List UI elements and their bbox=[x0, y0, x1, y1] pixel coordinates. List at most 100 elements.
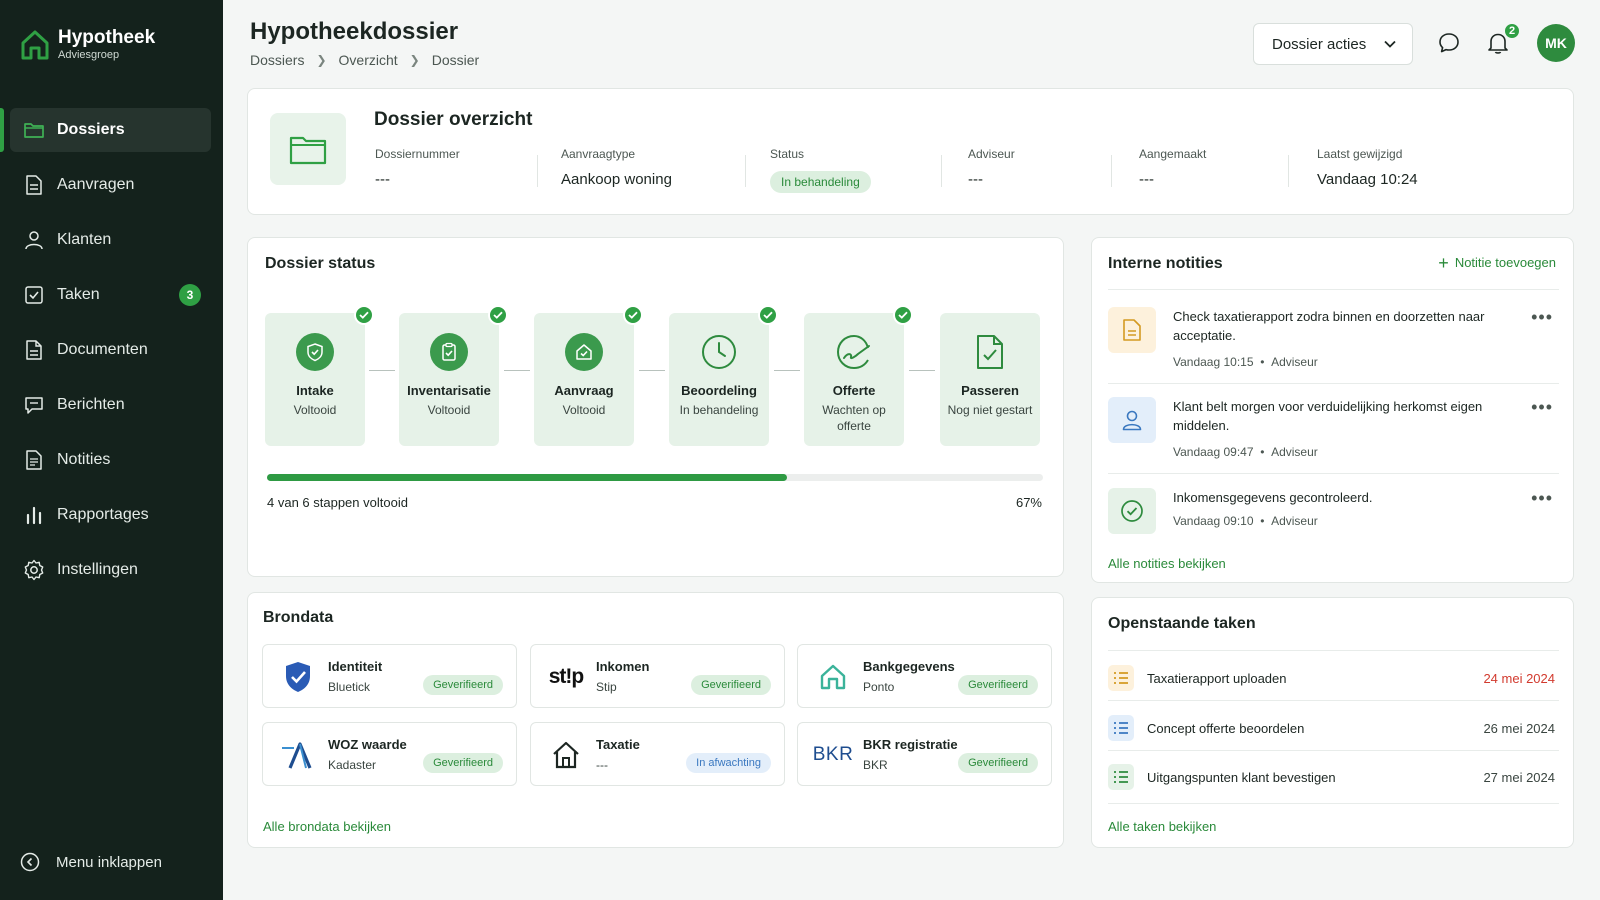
message-icon bbox=[23, 394, 45, 416]
note-item[interactable]: Check taxatierapport zodra binnen en doo… bbox=[1108, 307, 1553, 375]
sidebar-item-aanvragen[interactable]: Aanvragen bbox=[10, 163, 211, 207]
source-bkr-registratie[interactable]: BKR BKR registratie BKR Geverifieerd bbox=[797, 722, 1052, 786]
brand-logo[interactable]: Hypotheek Adviesgroep bbox=[20, 28, 155, 62]
dossier-actions-label: Dossier acties bbox=[1272, 35, 1367, 53]
stip-logo: st!p bbox=[547, 659, 585, 695]
dossier-overview-card: Dossier overzicht Dossiernummer --- Aanv… bbox=[247, 88, 1574, 215]
note-meta: Vandaag 09:10 • Adviseur bbox=[1173, 514, 1318, 528]
chat-bubble-icon bbox=[1439, 33, 1459, 53]
user-icon bbox=[23, 229, 45, 251]
source-identiteit[interactable]: Identiteit Bluetick Geverifieerd bbox=[262, 644, 517, 708]
step-connector bbox=[639, 370, 665, 371]
source-name: Taxatie bbox=[596, 737, 640, 752]
step-inventarisatie[interactable]: Inventarisatie Voltooid bbox=[399, 305, 508, 446]
list-icon bbox=[1108, 764, 1134, 790]
source-name: Bankgegevens bbox=[863, 659, 955, 674]
divider bbox=[537, 155, 538, 187]
tasks-count-badge: 3 bbox=[179, 284, 201, 306]
source-taxatie[interactable]: Taxatie --- In afwachting bbox=[530, 722, 785, 786]
collapse-menu-button[interactable]: Menu inklappen bbox=[20, 852, 162, 872]
open-tasks-title: Openstaande taken bbox=[1108, 615, 1256, 632]
step-aanvraag[interactable]: Aanvraag Voltooid bbox=[534, 305, 643, 446]
divider bbox=[1288, 155, 1289, 187]
progress-percent: 67% bbox=[1015, 495, 1042, 510]
collapse-menu-label: Menu inklappen bbox=[56, 853, 162, 871]
sidebar-item-notities[interactable]: Notities bbox=[10, 438, 211, 482]
step-connector bbox=[369, 370, 395, 371]
task-item[interactable]: Uitgangspunten klant bevestigen 27 mei 2… bbox=[1108, 764, 1555, 792]
task-item[interactable]: Taxatierapport uploaden 24 mei 2024 bbox=[1108, 665, 1555, 693]
document-check-icon bbox=[971, 333, 1009, 371]
sidebar-item-dossiers[interactable]: Dossiers bbox=[0, 108, 211, 152]
breadcrumb-item-dossiers[interactable]: Dossiers bbox=[250, 52, 304, 68]
step-status: Wachten op offerte bbox=[822, 403, 886, 433]
step-intake[interactable]: Intake Voltooid bbox=[265, 305, 374, 446]
field-aangemaakt: Aangemaakt --- bbox=[1139, 147, 1206, 188]
sidebar-nav: Dossiers Aanvragen Klanten Taken 3 Docum… bbox=[0, 108, 223, 603]
brand-subtitle: Adviesgroep bbox=[58, 49, 120, 61]
sidebar-item-taken[interactable]: Taken 3 bbox=[10, 273, 211, 317]
note-author: Adviseur bbox=[1271, 514, 1318, 528]
progress-fill bbox=[267, 474, 787, 481]
add-note-label: Notitie toevoegen bbox=[1454, 255, 1556, 270]
note-meta: Vandaag 10:15 • Adviseur bbox=[1173, 355, 1318, 369]
sidebar-item-label: Taken bbox=[57, 286, 100, 303]
step-passeren[interactable]: Passeren Nog niet gestart bbox=[940, 313, 1040, 446]
breadcrumb: Dossiers ❯ Overzicht ❯ Dossier bbox=[250, 52, 479, 68]
note-item[interactable]: Inkomensgegevens gecontroleerd. Vandaag … bbox=[1108, 488, 1553, 536]
all-notes-link[interactable]: Alle notities bekijken bbox=[1108, 556, 1226, 571]
divider bbox=[941, 155, 942, 187]
field-label: Aanvraagtype bbox=[561, 147, 636, 161]
field-value: Aankoop woning bbox=[561, 171, 672, 188]
brondata-card: Brondata Identiteit Bluetick Geverifieer… bbox=[247, 592, 1064, 848]
internal-notes-card: Interne notities + Notitie toevoegen Che… bbox=[1091, 237, 1574, 583]
bullet-separator: • bbox=[1260, 514, 1265, 528]
task-due-date: 26 mei 2024 bbox=[1483, 721, 1555, 736]
note-text: Check taxatierapport zodra binnen en doo… bbox=[1173, 309, 1485, 343]
divider bbox=[1108, 750, 1559, 751]
arrow-left-circle-icon bbox=[20, 852, 40, 872]
more-options-icon[interactable]: ••• bbox=[1531, 397, 1553, 418]
note-time: Vandaag 09:10 bbox=[1173, 514, 1254, 528]
sidebar-item-rapportages[interactable]: Rapportages bbox=[10, 493, 211, 537]
plus-icon: + bbox=[1438, 252, 1449, 273]
dossier-status-card: Dossier status Intake Voltooid Inventari… bbox=[247, 237, 1064, 577]
list-icon bbox=[1108, 715, 1134, 741]
avatar[interactable]: MK bbox=[1537, 24, 1575, 62]
all-tasks-link[interactable]: Alle taken bekijken bbox=[1108, 819, 1216, 834]
breadcrumb-item-overzicht[interactable]: Overzicht bbox=[339, 52, 398, 68]
source-woz-waarde[interactable]: WOZ waarde Kadaster Geverifieerd bbox=[262, 722, 517, 786]
more-options-icon[interactable]: ••• bbox=[1531, 307, 1553, 328]
source-provider: Kadaster bbox=[328, 758, 377, 772]
source-name: Inkomen bbox=[596, 659, 650, 674]
field-value: --- bbox=[375, 171, 390, 188]
sidebar-item-klanten[interactable]: Klanten bbox=[10, 218, 211, 262]
more-options-icon[interactable]: ••• bbox=[1531, 488, 1553, 509]
sidebar-item-instellingen[interactable]: Instellingen bbox=[10, 548, 211, 592]
source-provider: Stip bbox=[596, 680, 617, 694]
dossier-actions-dropdown[interactable]: Dossier acties bbox=[1253, 23, 1413, 65]
divider bbox=[1111, 155, 1112, 187]
messages-button[interactable] bbox=[1436, 30, 1462, 56]
shield-check-icon bbox=[296, 333, 334, 371]
source-bankgegevens[interactable]: Bankgegevens Ponto Geverifieerd bbox=[797, 644, 1052, 708]
note-time: Vandaag 09:47 bbox=[1173, 445, 1254, 459]
step-name: Offerte bbox=[832, 383, 876, 398]
clipboard-check-icon bbox=[430, 333, 468, 371]
source-name: WOZ waarde bbox=[328, 737, 407, 752]
all-brondata-link[interactable]: Alle brondata bekijken bbox=[263, 819, 391, 834]
step-offerte[interactable]: Offerte Wachten op offerte bbox=[804, 305, 913, 446]
source-inkomen[interactable]: st!p Inkomen Stip Geverifieerd bbox=[530, 644, 785, 708]
add-note-button[interactable]: + Notitie toevoegen bbox=[1438, 252, 1556, 273]
note-item[interactable]: Klant belt morgen voor verduidelijking h… bbox=[1108, 397, 1553, 465]
progress-bar bbox=[267, 474, 1043, 481]
step-beoordeling[interactable]: Beoordeling In behandeling bbox=[669, 305, 778, 446]
open-tasks-card: Openstaande taken Taxatierapport uploade… bbox=[1091, 597, 1574, 848]
list-icon bbox=[1108, 665, 1134, 691]
house-logo-icon bbox=[21, 30, 49, 60]
task-item[interactable]: Concept offerte beoordelen 26 mei 2024 bbox=[1108, 715, 1555, 743]
sidebar-item-berichten[interactable]: Berichten bbox=[10, 383, 211, 427]
step-status: Voltooid bbox=[293, 403, 337, 417]
status-badge: Geverifieerd bbox=[423, 753, 503, 773]
sidebar-item-documenten[interactable]: Documenten bbox=[10, 328, 211, 372]
